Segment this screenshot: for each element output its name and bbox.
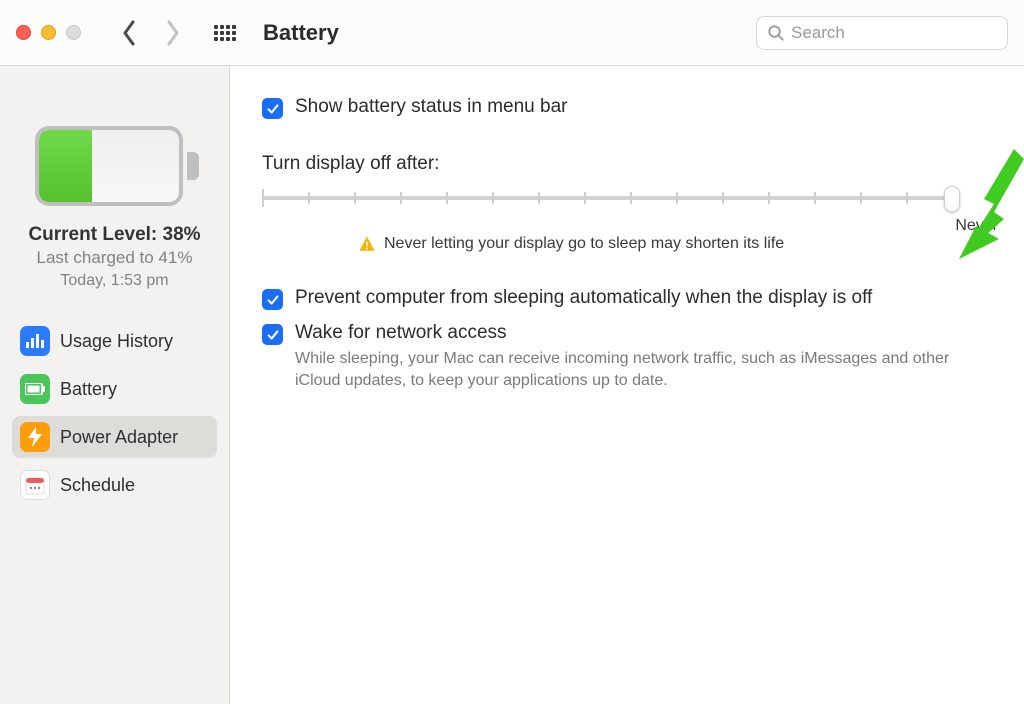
sidebar: Current Level: 38% Last charged to 41% T…: [0, 66, 230, 704]
minimize-window-button[interactable]: [41, 25, 56, 40]
check-icon: [266, 328, 280, 342]
prevent-sleep-label: Prevent computer from sleeping automatic…: [295, 287, 872, 309]
sidebar-item-label: Battery: [60, 379, 117, 400]
schedule-icon: [20, 470, 50, 500]
check-icon: [266, 293, 280, 307]
display-sleep-warning: Never letting your display go to sleep m…: [358, 235, 998, 253]
show-status-label: Show battery status in menu bar: [295, 96, 567, 118]
nav-buttons: [119, 18, 183, 48]
slider-ticks: [262, 189, 952, 207]
maximize-window-button[interactable]: [66, 25, 81, 40]
back-button[interactable]: [119, 18, 139, 48]
last-charged-when: Today, 1:53 pm: [12, 272, 217, 290]
usage-history-icon: [20, 326, 50, 356]
toolbar: Battery Search: [0, 0, 1024, 66]
sidebar-nav: Usage History Battery Power Adapter Sche…: [12, 320, 217, 506]
slider-thumb[interactable]: [944, 186, 960, 212]
sidebar-item-label: Schedule: [60, 475, 135, 496]
current-level-label: Current Level: 38%: [12, 224, 217, 246]
wake-network-label: Wake for network access: [295, 322, 998, 344]
battery-body-icon: [35, 126, 183, 206]
prevent-sleep-checkbox[interactable]: [262, 289, 283, 310]
search-placeholder: Search: [791, 23, 845, 43]
sidebar-item-usage-history[interactable]: Usage History: [12, 320, 217, 362]
display-off-label: Turn display off after:: [262, 153, 998, 175]
battery-tip-icon: [187, 152, 199, 180]
display-off-slider[interactable]: Never: [262, 181, 998, 227]
battery-icon: [20, 374, 50, 404]
sidebar-item-schedule[interactable]: Schedule: [12, 464, 217, 506]
battery-fill-icon: [39, 130, 92, 202]
show-status-checkbox[interactable]: [262, 98, 283, 119]
show-all-prefs-button[interactable]: [213, 21, 237, 45]
wake-network-description: While sleeping, your Mac can receive inc…: [295, 348, 995, 391]
sidebar-item-label: Power Adapter: [60, 427, 178, 448]
window-title: Battery: [263, 20, 339, 46]
power-adapter-icon: [20, 422, 50, 452]
sidebar-item-label: Usage History: [60, 331, 173, 352]
battery-illustration: [35, 126, 195, 206]
forward-button[interactable]: [163, 18, 183, 48]
last-charged-label: Last charged to 41%: [12, 248, 217, 268]
warning-text: Never letting your display go to sleep m…: [384, 235, 784, 253]
main-panel: Show battery status in menu bar Turn dis…: [230, 66, 1024, 704]
search-field[interactable]: Search: [756, 16, 1008, 50]
window-controls: [16, 25, 81, 40]
sidebar-item-battery[interactable]: Battery: [12, 368, 217, 410]
warning-icon: [358, 235, 376, 253]
sidebar-item-power-adapter[interactable]: Power Adapter: [12, 416, 217, 458]
search-icon: [767, 24, 785, 42]
wake-network-checkbox[interactable]: [262, 324, 283, 345]
check-icon: [266, 102, 280, 116]
close-window-button[interactable]: [16, 25, 31, 40]
slider-value-label: Never: [955, 217, 998, 235]
